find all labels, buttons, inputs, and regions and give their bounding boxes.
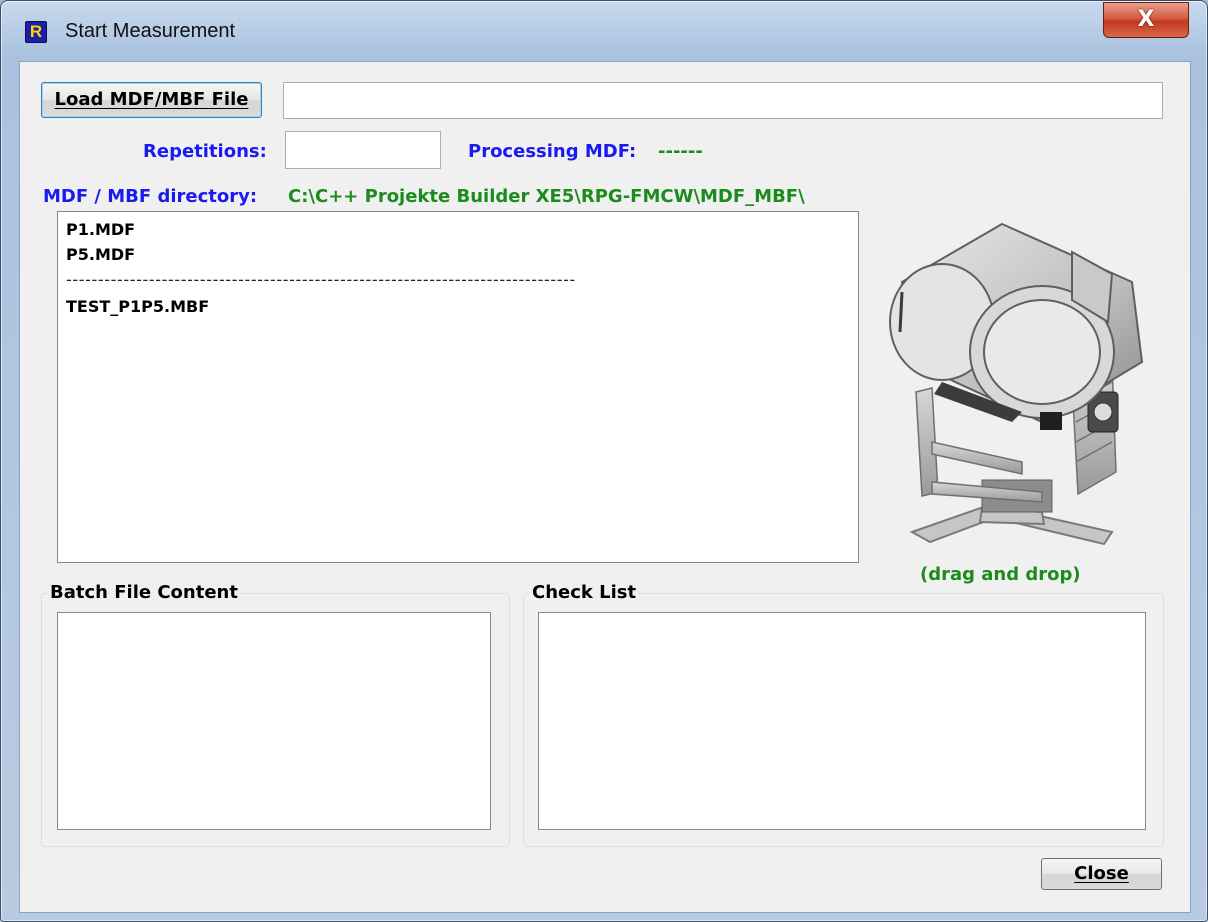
close-button[interactable]: Close bbox=[1041, 858, 1162, 890]
repetitions-label: Repetitions: bbox=[143, 141, 267, 162]
processing-label: Processing MDF: bbox=[468, 141, 637, 162]
directory-path: C:\C++ Projekte Builder XE5\RPG-FMCW\MDF… bbox=[288, 186, 805, 207]
list-item[interactable]: P1.MDF bbox=[66, 220, 135, 239]
title-bar[interactable]: R Start Measurement X bbox=[1, 1, 1207, 61]
radiometer-image[interactable] bbox=[872, 212, 1154, 560]
load-file-button[interactable]: Load MDF/MBF File bbox=[41, 82, 262, 118]
check-list-group-title: Check List bbox=[530, 582, 639, 603]
list-item[interactable]: TEST_P1P5.MBF bbox=[66, 297, 209, 316]
file-path-input[interactable] bbox=[283, 82, 1163, 119]
batch-file-group-title: Batch File Content bbox=[48, 582, 240, 603]
batch-file-group: Batch File Content bbox=[41, 582, 510, 847]
load-file-button-label: Load MDF/MBF File bbox=[54, 89, 249, 110]
repetitions-input[interactable] bbox=[285, 131, 441, 169]
check-list-box[interactable] bbox=[538, 612, 1146, 830]
list-item[interactable]: P5.MDF bbox=[66, 245, 135, 264]
file-list[interactable]: P1.MDF P5.MDF --------------------------… bbox=[57, 211, 859, 563]
close-button-label: Close bbox=[1074, 863, 1129, 884]
directory-label: MDF / MBF directory: bbox=[43, 186, 258, 207]
drag-drop-caption: (drag and drop) bbox=[920, 564, 1081, 585]
batch-file-content-box[interactable] bbox=[57, 612, 491, 830]
list-separator: ----------------------------------------… bbox=[66, 270, 576, 289]
window-close-icon[interactable]: X bbox=[1103, 2, 1189, 38]
check-list-group: Check List bbox=[523, 582, 1164, 847]
app-icon: R bbox=[25, 21, 47, 43]
window-title: Start Measurement bbox=[65, 20, 236, 42]
dialog-window: R Start Measurement X Load MDF/MBF File … bbox=[0, 0, 1208, 922]
client-area: Load MDF/MBF File Repetitions: Processin… bbox=[19, 61, 1191, 913]
processing-value: ------ bbox=[658, 141, 703, 162]
